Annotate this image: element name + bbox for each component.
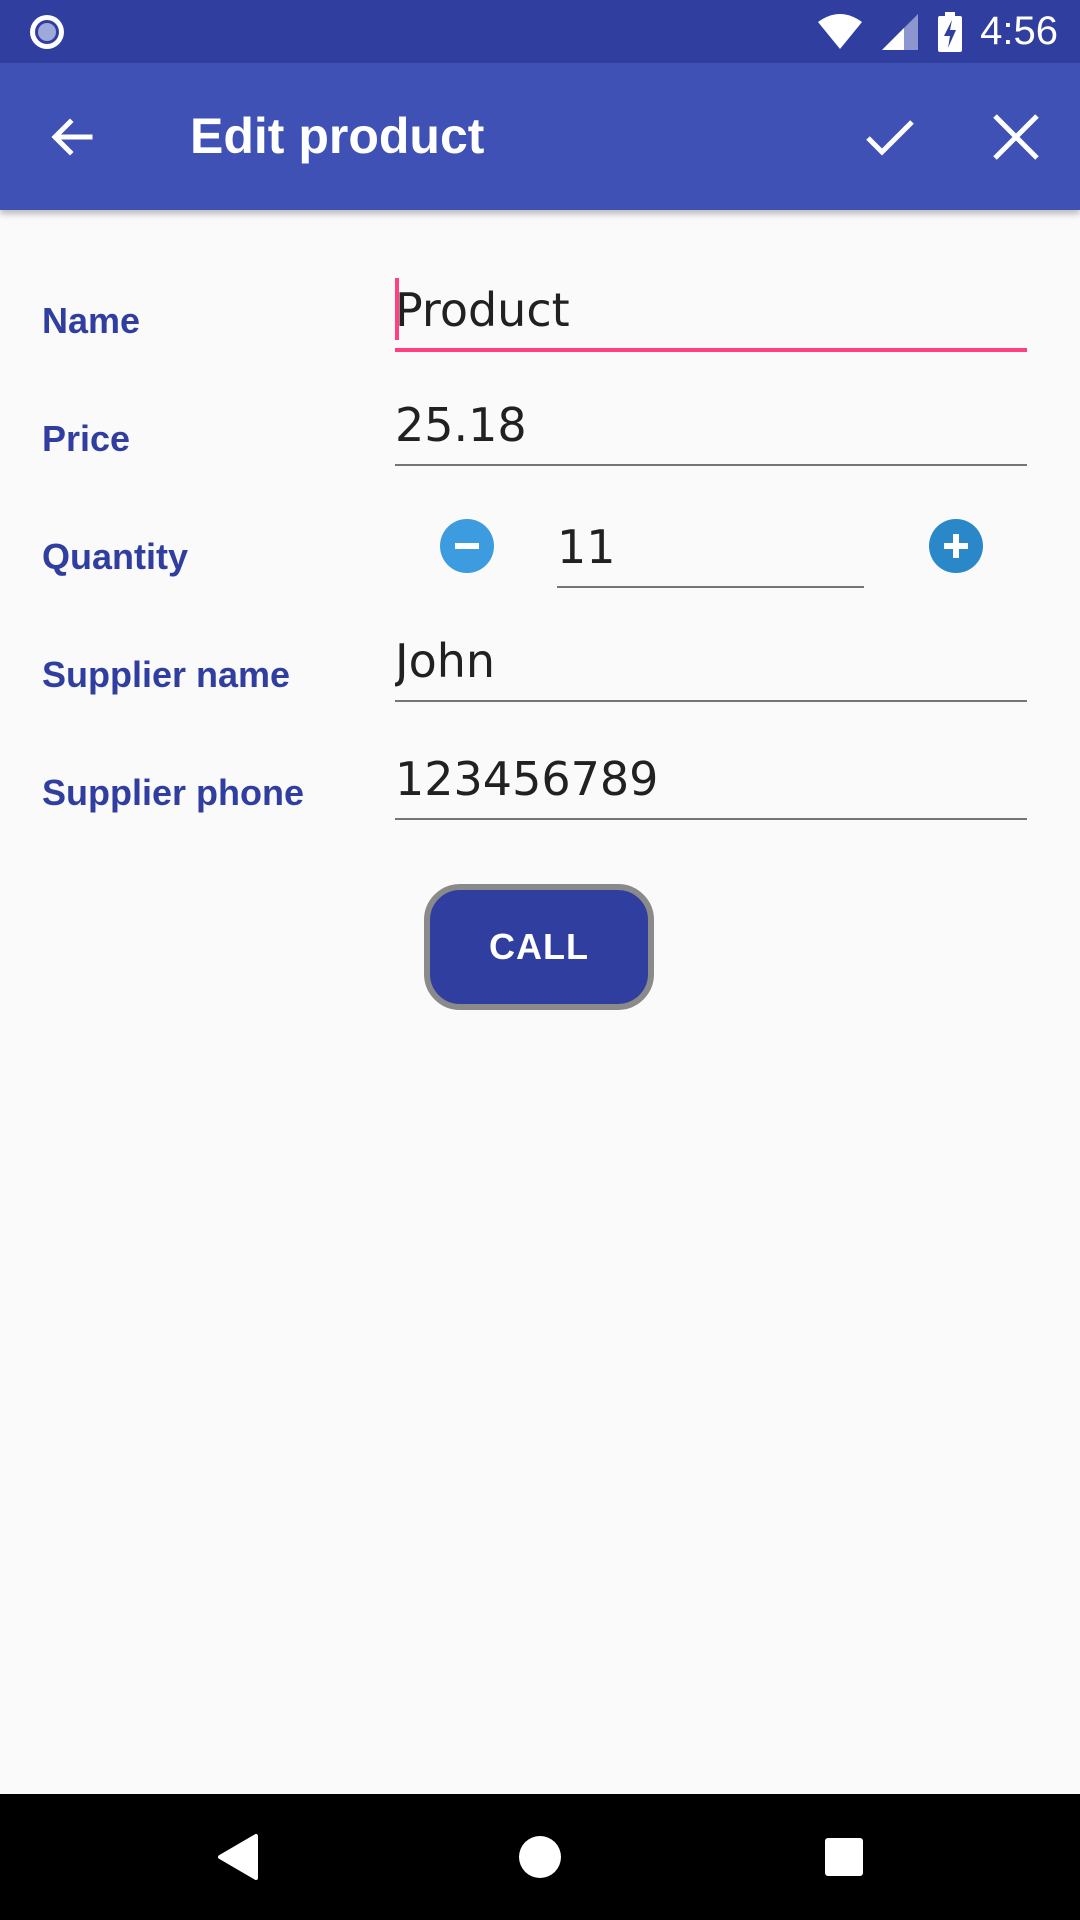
status-icons: 4:56 [818, 0, 1058, 63]
plus-icon [944, 534, 968, 558]
supplier-phone-label: Supplier phone [42, 772, 305, 813]
nav-home-icon [519, 1836, 561, 1878]
supplier-name-label: Supplier name [42, 654, 291, 695]
status-time: 4:56 [980, 9, 1058, 53]
save-button[interactable] [852, 99, 928, 175]
system-nav-bar [0, 1794, 1080, 1920]
supplier-phone-field[interactable] [395, 740, 1027, 820]
close-button[interactable] [978, 99, 1054, 175]
decrease-quantity-button[interactable] [440, 519, 494, 573]
nav-recents-button[interactable] [814, 1827, 874, 1887]
increase-quantity-button[interactable] [929, 519, 983, 573]
price-label: Price [42, 418, 131, 459]
minus-icon [455, 543, 479, 549]
supplier-name-field[interactable] [395, 622, 1027, 702]
back-button[interactable] [34, 99, 110, 175]
call-button[interactable]: CALL [424, 884, 654, 1010]
call-button-label: CALL [489, 926, 589, 967]
check-icon [866, 120, 914, 156]
edit-product-screen: 4:56 Edit product Name Price Quantity [0, 0, 1080, 1920]
nav-back-button[interactable] [208, 1827, 268, 1887]
name-label: Name [42, 300, 141, 341]
price-field[interactable] [395, 386, 1027, 466]
signal-icon [882, 13, 919, 50]
close-icon [993, 114, 1039, 160]
nav-recents-icon [825, 1838, 863, 1876]
wifi-icon [818, 13, 863, 49]
arrow-back-icon [51, 118, 93, 156]
nav-home-button[interactable] [510, 1827, 570, 1887]
text-cursor [395, 278, 399, 340]
name-field[interactable] [395, 272, 1027, 352]
nav-back-icon [218, 1834, 258, 1880]
app-bar: Edit product [0, 63, 1080, 210]
quantity-label: Quantity [42, 536, 189, 577]
notification-dot-icon [30, 15, 64, 49]
battery-charging-icon [938, 11, 963, 52]
page-title: Edit product [190, 108, 485, 164]
status-bar: 4:56 [0, 0, 1080, 63]
quantity-field[interactable] [557, 508, 864, 588]
